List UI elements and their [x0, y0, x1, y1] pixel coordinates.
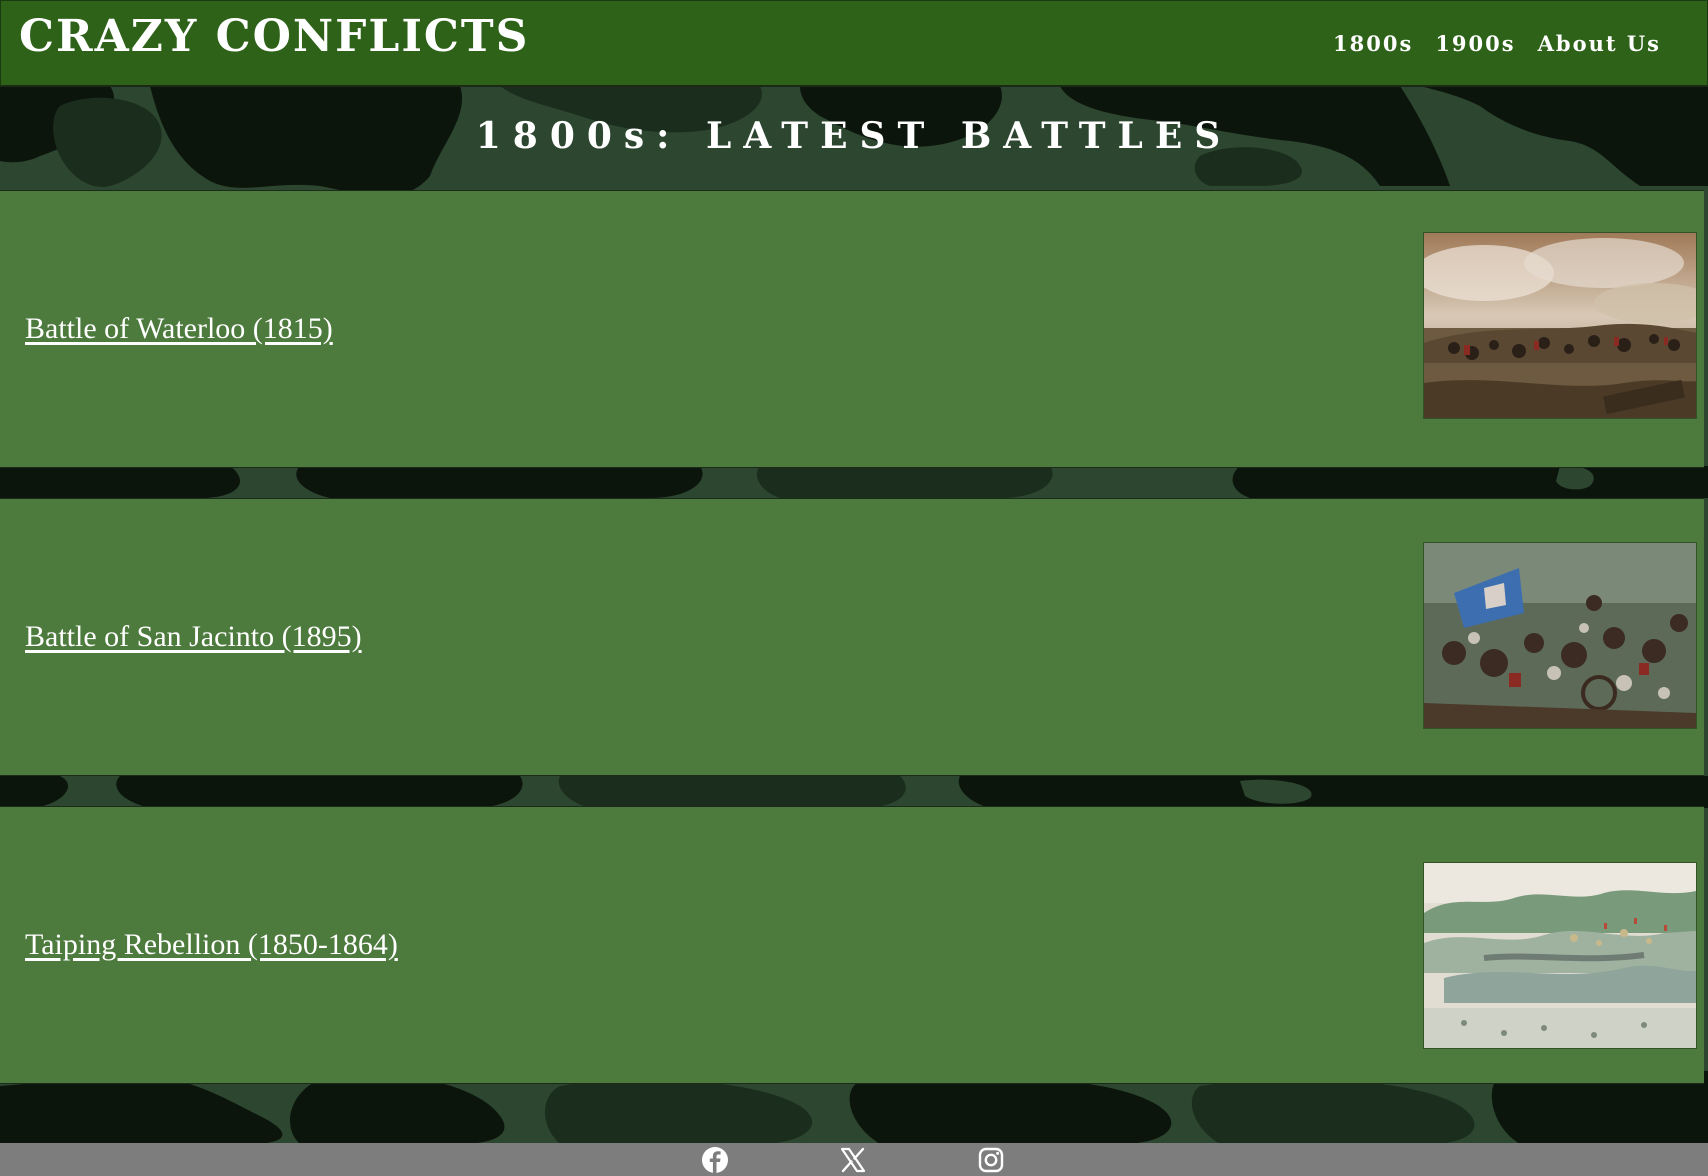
- waterloo-painting[interactable]: [1423, 232, 1697, 419]
- nav-link-1900s[interactable]: 1900s: [1435, 31, 1515, 56]
- battle-card-waterloo: Battle of Waterloo (1815): [0, 190, 1704, 468]
- battle-link-waterloo[interactable]: Battle of Waterloo (1815): [25, 312, 333, 346]
- page-heading: 1800s: LATEST BATTLES: [475, 115, 1233, 157]
- facebook-icon[interactable]: [700, 1145, 730, 1175]
- nav-link-1800s[interactable]: 1800s: [1333, 31, 1413, 56]
- battle-link-taiping[interactable]: Taiping Rebellion (1850-1864): [25, 928, 398, 962]
- instagram-icon[interactable]: [976, 1145, 1006, 1175]
- site-header: CRAZY CONFLICTS 1800s 1900s About Us: [0, 0, 1708, 87]
- san-jacinto-painting[interactable]: [1423, 542, 1697, 729]
- taiping-rebellion-painting[interactable]: [1423, 862, 1697, 1049]
- x-icon[interactable]: [838, 1145, 868, 1175]
- site-title[interactable]: CRAZY CONFLICTS: [19, 9, 529, 65]
- battle-card-san-jacinto: Battle of San Jacinto (1895): [0, 498, 1704, 776]
- site-footer: [0, 1143, 1708, 1176]
- main-nav: 1800s 1900s About Us: [1333, 31, 1661, 56]
- battle-card-taiping: Taiping Rebellion (1850-1864): [0, 806, 1704, 1084]
- battle-link-san-jacinto[interactable]: Battle of San Jacinto (1895): [25, 620, 362, 654]
- nav-link-about-us[interactable]: About Us: [1538, 31, 1661, 56]
